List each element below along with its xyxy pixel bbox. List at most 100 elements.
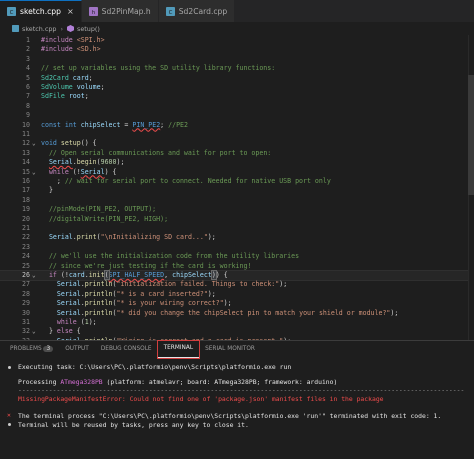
code-line[interactable]: 28 Serial.println("* is a card inserted?…	[0, 290, 474, 299]
line-number: 16	[22, 177, 30, 185]
code-line[interactable]: 12 ⌄ void setup() {	[0, 139, 474, 148]
code-text: }	[41, 186, 53, 195]
code-line[interactable]: 19 //pinMode(PIN_PE2, OUTPUT);	[0, 205, 474, 214]
code-text: Serial.println("* did you change the chi…	[56, 308, 399, 317]
code-line[interactable]: 10 const int chipSelect = PIN_PE2; //PE2	[0, 121, 474, 130]
problems-count-badge: 3	[43, 346, 54, 352]
terminal-task-line: Executing task: C:\Users\PC\.platformio\…	[18, 363, 292, 371]
breadcrumb-file[interactable]: sketch.cpp	[22, 25, 56, 33]
fold-chevron-icon[interactable]: ⌄	[32, 168, 36, 177]
close-icon[interactable]: ×	[67, 7, 74, 16]
code-text: ; // wait for serial port to connect. Ne…	[41, 177, 331, 185]
tab-output[interactable]: OUTPUT	[59, 341, 95, 358]
code-line[interactable]: 15 ⌄ while (!Serial) {	[0, 168, 474, 177]
editor-scrollbar[interactable]	[468, 35, 474, 340]
method-cube-icon	[67, 25, 75, 32]
code-line[interactable]: 1 #include <SPI.h>	[0, 36, 474, 45]
code-line[interactable]: 32 ⌄ } else {	[0, 327, 474, 336]
code-text: //pinMode(PIN_PE2, OUTPUT);	[48, 205, 157, 214]
code-line[interactable]: 16 ; // wait for serial port to connect.…	[0, 177, 474, 186]
terminal-divider: ----------------------------------------…	[18, 386, 465, 394]
line-number: 4	[26, 64, 30, 73]
breadcrumb: sketch.cpp › setup()	[0, 22, 474, 35]
code-line[interactable]: 8	[0, 102, 474, 111]
terminal-error-line: MissingPackageManifestError: Could not f…	[18, 395, 384, 403]
command-decoration-icon	[8, 366, 11, 369]
tab-label: Sd2PinMap.h	[101, 6, 151, 16]
error-x-icon: ✕	[7, 411, 11, 419]
code-line[interactable]: 17 }	[0, 186, 474, 195]
code-line[interactable]: 30 Serial.println("* did you change the …	[0, 309, 474, 318]
line-number: 25	[22, 261, 30, 270]
cpp-file-icon	[12, 25, 19, 32]
line-number: 12	[22, 139, 30, 148]
code-line[interactable]: 22 Serial.print("\nInitializing SD card.…	[0, 233, 474, 242]
code-line[interactable]: 23	[0, 243, 474, 252]
tab-sd2pinmap-h[interactable]: h Sd2PinMap.h	[81, 0, 159, 22]
code-line[interactable]: 14 Serial.begin(9600);	[0, 158, 474, 167]
code-text: Sd2Card card;	[41, 73, 93, 82]
code-text: void setup() {	[41, 139, 97, 148]
code-text: } else {	[41, 327, 81, 336]
code-line[interactable]: 21	[0, 224, 474, 233]
code-line[interactable]: 13 // Open serial communications and wai…	[0, 149, 474, 158]
code-line[interactable]: 7 SdFile root;	[0, 92, 474, 101]
code-line[interactable]: 2 #include <SD.h>	[0, 45, 474, 54]
code-line[interactable]: 26 ⌄ if (!card.init(SPI_HALF_SPEED, chipS…	[0, 269, 474, 282]
line-number: 1	[26, 36, 30, 44]
code-line[interactable]: 27 Serial.println("initialization failed…	[0, 280, 474, 289]
bottom-panel: PROBLEMS 3 OUTPUT DEBUG CONSOLE TERMINAL…	[0, 340, 474, 459]
code-text: Serial.println("* is your wiring correct…	[56, 299, 232, 308]
code-line[interactable]: 3	[0, 55, 474, 64]
code-line[interactable]: 24 // we'll use the initialization code …	[0, 252, 474, 261]
code-line[interactable]: 31 while (1);	[0, 318, 474, 327]
code-text: const int chipSelect = PIN_PE2; //PE2	[41, 120, 188, 129]
line-number: 9	[26, 111, 30, 120]
code-line[interactable]: 5 Sd2Card card;	[0, 74, 474, 83]
line-number: 19	[22, 205, 30, 214]
scrollbar-thumb[interactable]	[468, 75, 474, 195]
breadcrumb-separator: ›	[60, 24, 64, 33]
svg-text:h: h	[91, 9, 94, 15]
line-number: 3	[26, 54, 30, 63]
code-text: // set up variables using the SD utility…	[41, 64, 276, 73]
fold-chevron-icon[interactable]: ⌄	[32, 327, 36, 336]
command-decoration-icon	[8, 423, 11, 426]
editor-tab-bar: C sketch.cpp × h Sd2PinMap.h C Sd2Card.c…	[0, 0, 474, 22]
tab-serial-monitor[interactable]: SERIAL MONITOR	[199, 341, 261, 358]
code-text: //digitalWrite(PIN_PE2, HIGH);	[48, 214, 169, 223]
tab-label: sketch.cpp	[20, 7, 61, 16]
header-file-icon: h	[88, 6, 98, 16]
line-number: 8	[26, 101, 30, 110]
line-number: 15	[22, 167, 30, 176]
line-number: 14	[22, 158, 30, 167]
cpp-file-icon: C	[7, 7, 16, 16]
fold-chevron-icon[interactable]: ⌄	[32, 139, 36, 148]
line-number: 23	[22, 242, 30, 251]
code-line[interactable]: 29 Serial.println("* is your wiring corr…	[0, 299, 474, 308]
breadcrumb-symbol[interactable]: setup()	[77, 25, 100, 33]
line-number: 11	[22, 130, 30, 138]
code-line[interactable]: 9	[0, 111, 474, 120]
fold-chevron-icon[interactable]: ⌄	[32, 271, 36, 280]
tab-label: Sd2Card.cpp	[178, 6, 228, 16]
code-text: Serial.print("\nInitializing SD card..."…	[48, 233, 216, 242]
code-line[interactable]: 18	[0, 196, 474, 205]
tab-sketch-cpp[interactable]: C sketch.cpp ×	[0, 0, 82, 22]
code-line[interactable]: 4 // set up variables using the SD utilit…	[0, 64, 474, 73]
tab-problems[interactable]: PROBLEMS 3	[4, 341, 59, 358]
code-editor[interactable]: 1 #include <SPI.h> 2 #include <SD.h> 3 4 // se…	[0, 35, 474, 340]
panel-tab-bar: PROBLEMS 3 OUTPUT DEBUG CONSOLE TERMINAL…	[0, 340, 474, 359]
code-line[interactable]: 25 // since we're just testing if the ca…	[0, 262, 474, 271]
code-text: SdVolume volume;	[41, 83, 105, 91]
line-number: 6	[26, 83, 30, 91]
code-line[interactable]: 6 SdVolume volume;	[0, 83, 474, 92]
tab-terminal[interactable]: TERMINAL	[156, 340, 201, 359]
line-number: 30	[22, 308, 30, 317]
code-line[interactable]: 11	[0, 130, 474, 139]
code-line[interactable]: 20 //digitalWrite(PIN_PE2, HIGH);	[0, 215, 474, 224]
tab-sd2card-cpp[interactable]: C Sd2Card.cpp	[158, 0, 236, 22]
svg-text:C: C	[168, 9, 172, 15]
line-number: 13	[22, 148, 30, 157]
tab-debug-console[interactable]: DEBUG CONSOLE	[95, 341, 158, 358]
